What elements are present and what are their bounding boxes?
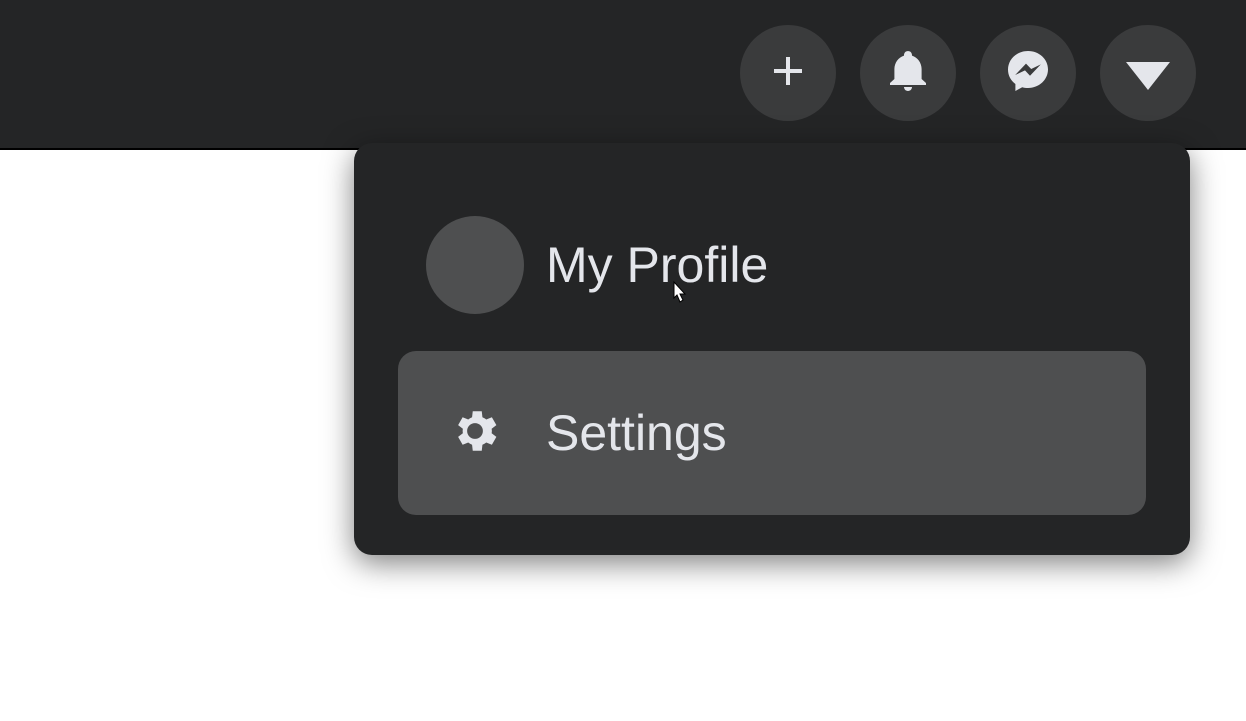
account-dropdown-menu: My Profile Settings <box>354 143 1190 555</box>
top-navigation-bar <box>0 0 1246 150</box>
profile-menu-item[interactable]: My Profile <box>398 183 1146 347</box>
create-button[interactable] <box>740 25 836 121</box>
bell-icon <box>884 47 932 100</box>
caret-down-icon <box>1126 62 1170 90</box>
settings-icon-wrapper <box>436 394 514 472</box>
notifications-button[interactable] <box>860 25 956 121</box>
settings-menu-item[interactable]: Settings <box>398 351 1146 515</box>
settings-label: Settings <box>546 404 727 462</box>
messenger-button[interactable] <box>980 25 1076 121</box>
nav-button-group <box>740 25 1196 121</box>
messenger-icon <box>1004 47 1052 100</box>
gear-icon <box>448 404 502 463</box>
profile-label: My Profile <box>546 236 768 294</box>
account-dropdown-button[interactable] <box>1100 25 1196 121</box>
plus-icon <box>764 47 812 100</box>
avatar <box>426 216 524 314</box>
